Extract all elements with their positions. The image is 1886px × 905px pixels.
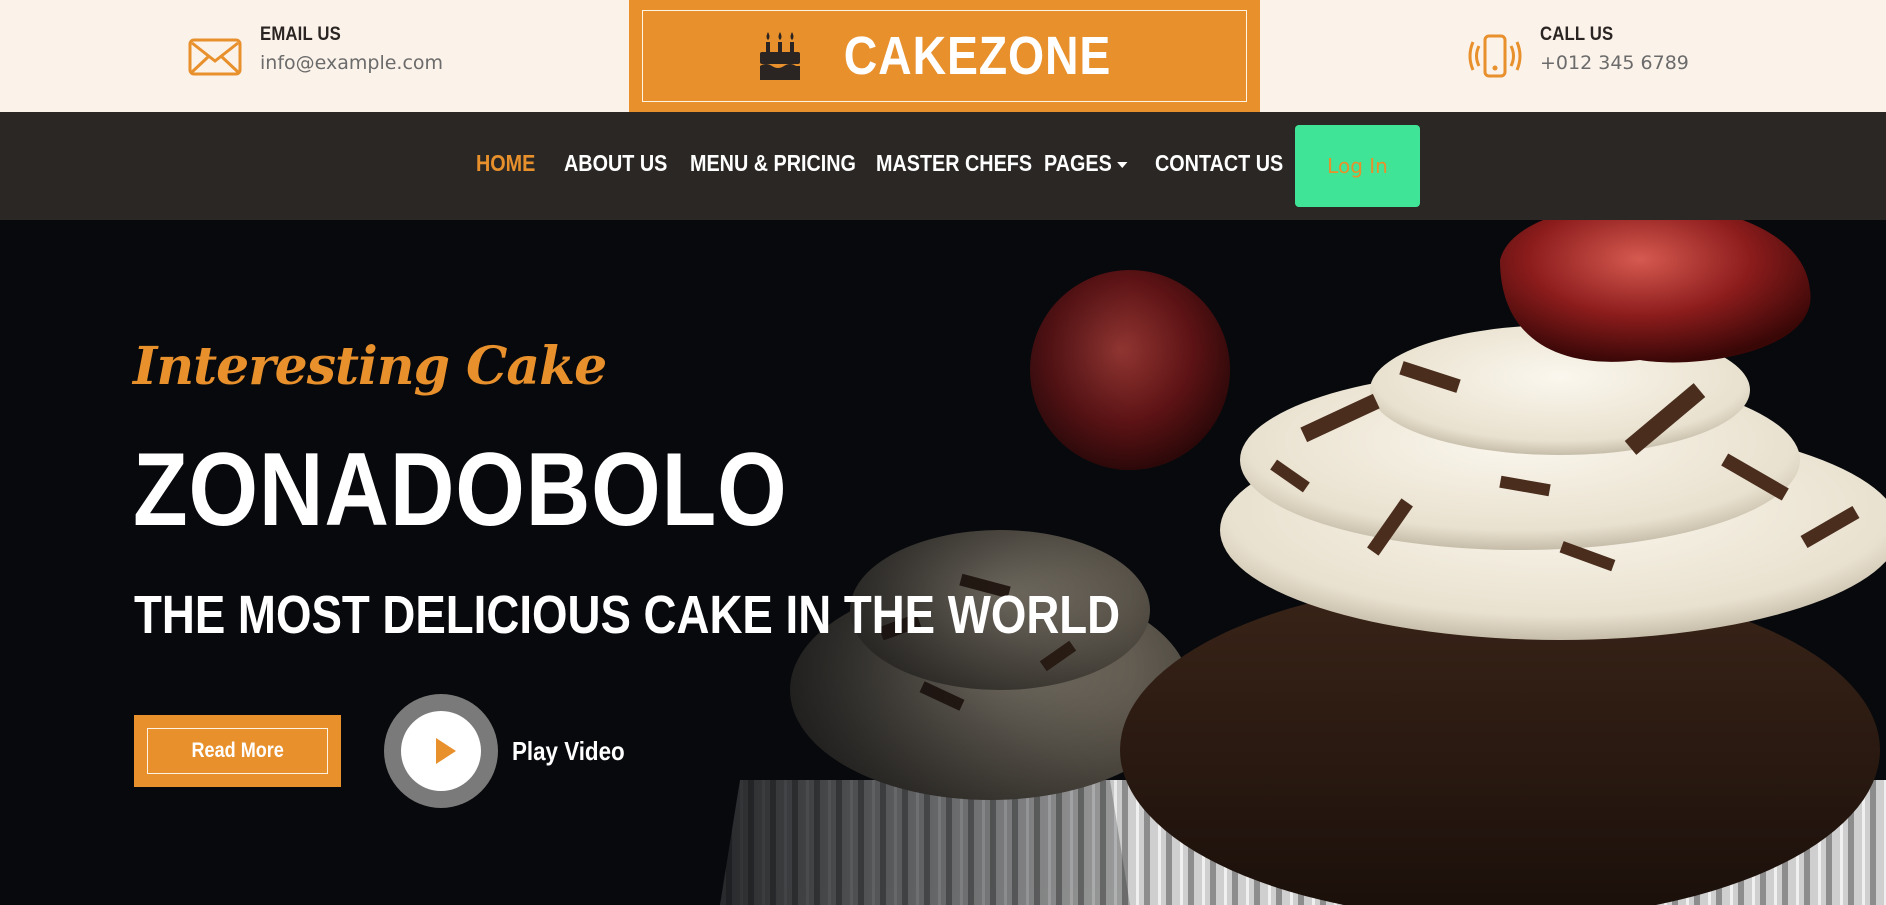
login-button[interactable]: Log In <box>1295 125 1420 207</box>
brand-logo-box[interactable]: CAKEZONE <box>629 0 1260 112</box>
nav-item-pages-label: PAGES <box>1044 150 1112 176</box>
nav-item-home[interactable]: HOME <box>476 150 535 177</box>
nav-item-pages[interactable]: PAGES <box>1044 150 1128 177</box>
hero-section: Interesting Cake ZONADOBOLO THE MOST DEL… <box>0 220 1886 905</box>
nav-item-about-us[interactable]: ABOUT US <box>564 150 667 177</box>
email-value[interactable]: info@example.com <box>260 52 443 74</box>
chevron-down-icon <box>1116 161 1128 168</box>
hero-title: ZONADOBOLO <box>133 432 788 548</box>
brand-name: CAKEZONE <box>843 26 1112 86</box>
email-label: EMAIL US <box>260 24 342 45</box>
nav-links: HOME ABOUT US MENU & PRICING MASTER CHEF… <box>0 112 1886 220</box>
phone-label: CALL US <box>1540 24 1614 45</box>
envelope-icon <box>188 38 242 76</box>
email-contact: EMAIL US info@example.com <box>188 24 443 84</box>
top-bar: EMAIL US info@example.com CAKEZONE CALL … <box>0 0 1886 112</box>
nav-item-contact-us[interactable]: CONTACT US <box>1155 150 1283 177</box>
nav-item-master-chefs[interactable]: MASTER CHEFS <box>876 150 1032 177</box>
play-video-button[interactable]: Play Video <box>384 694 643 808</box>
phone-contact: CALL US +012 345 6789 <box>1468 24 1689 84</box>
birthday-cake-icon <box>759 32 800 80</box>
hero-script-heading: Interesting Cake <box>133 336 607 397</box>
nav-item-menu-pricing[interactable]: MENU & PRICING <box>690 150 856 177</box>
brand-inner-frame: CAKEZONE <box>642 10 1247 102</box>
read-more-button[interactable]: Read More <box>134 715 341 787</box>
play-ring <box>384 694 498 808</box>
read-more-frame: Read More <box>147 728 328 774</box>
phone-vibrate-icon <box>1468 34 1522 78</box>
cupcake-hero-image <box>0 220 1886 905</box>
play-core <box>401 711 481 791</box>
play-video-label: Play Video <box>512 735 625 766</box>
main-navbar: HOME ABOUT US MENU & PRICING MASTER CHEF… <box>0 112 1886 220</box>
hero-subtitle: THE MOST DELICIOUS CAKE IN THE WORLD <box>134 585 1121 645</box>
read-more-label: Read More <box>191 739 284 762</box>
phone-value[interactable]: +012 345 6789 <box>1540 52 1689 74</box>
play-icon <box>436 738 456 764</box>
